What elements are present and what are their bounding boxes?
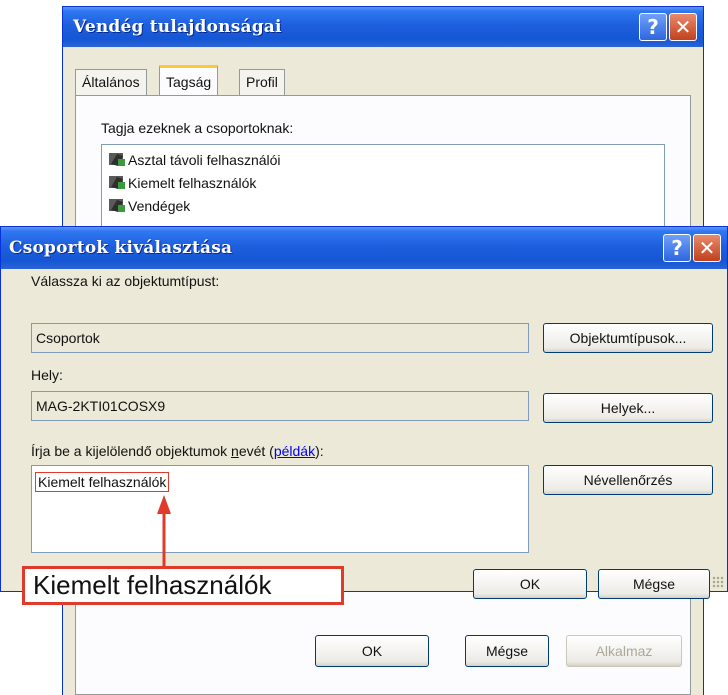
- annotation-callout: Kiemelt felhasználók: [22, 566, 344, 605]
